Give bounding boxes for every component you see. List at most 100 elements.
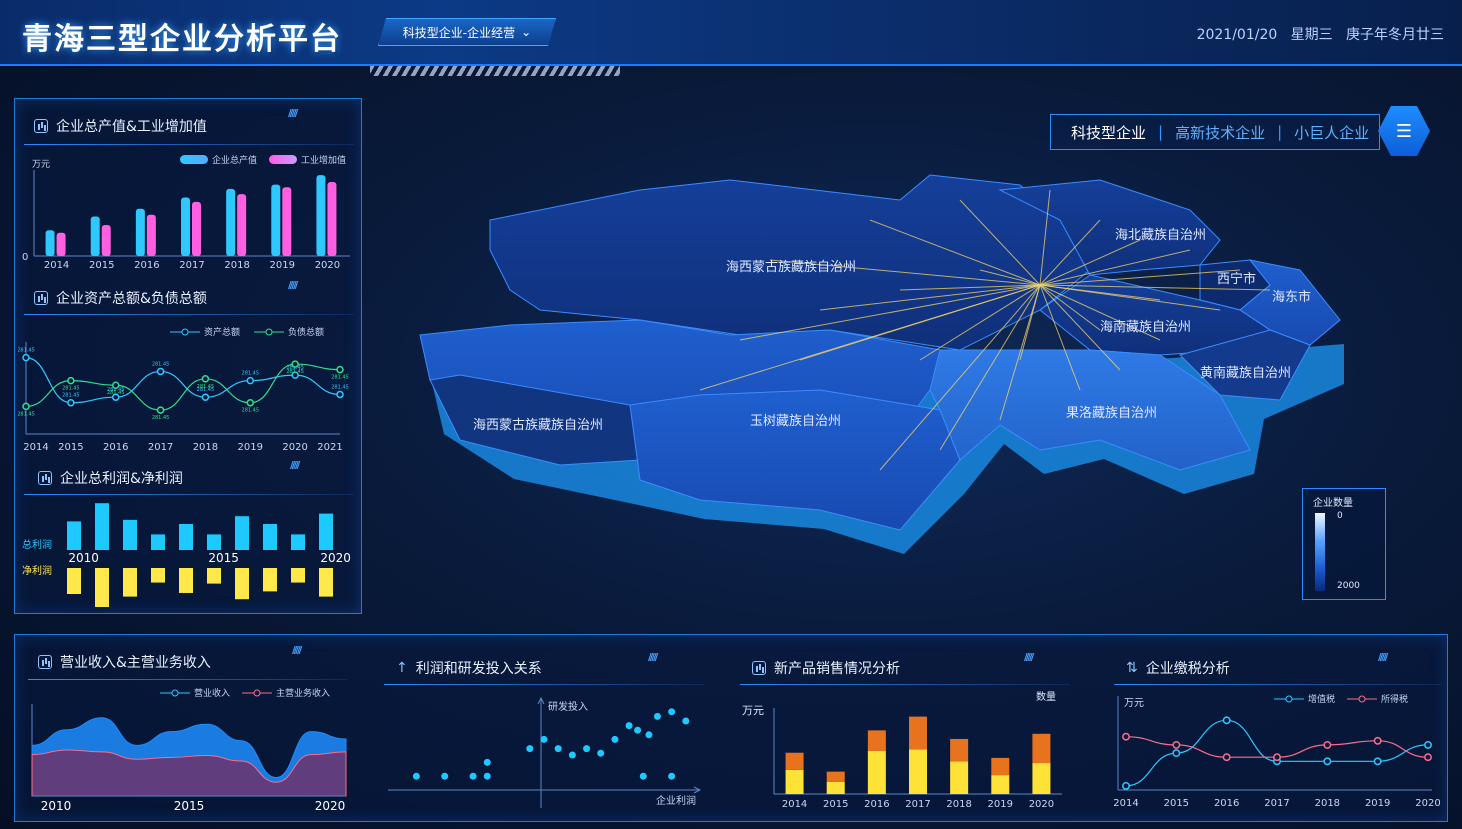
bar — [123, 519, 137, 550]
bar — [151, 534, 165, 550]
list-menu-icon: ☰ — [1395, 120, 1413, 142]
legend-line-marker — [160, 689, 190, 696]
bar — [95, 503, 109, 550]
x-tick-label: 2015 — [89, 260, 114, 271]
bar — [263, 568, 277, 592]
y-axis-title: 研发投入 — [548, 700, 588, 713]
data-point — [67, 376, 75, 385]
x-tick-label: 2017 — [1264, 798, 1289, 809]
enterprise-count-legend: 企业数量 0 2000 — [1302, 488, 1386, 600]
bar-segment — [909, 749, 927, 794]
assets-panel-title: 企业资产总额&负债总额 — [34, 288, 207, 308]
data-label: 281.45 — [197, 384, 215, 390]
region-label-haixi-north: 海西蒙古族藏族自治州 — [726, 260, 857, 275]
data-point — [246, 376, 255, 385]
tax-line-chart: 万元 2014 2015 2016 2017 2018 2019 2020 — [1113, 696, 1441, 809]
data-point — [1424, 740, 1432, 749]
menu-button[interactable]: ☰ — [1378, 106, 1430, 156]
category-dropdown[interactable]: 科技型企业-企业经营 ⌄ — [378, 18, 556, 46]
tab-tech-enterprise[interactable]: 科技型企业 — [1071, 122, 1146, 143]
data-point — [634, 726, 642, 734]
data-point — [1373, 736, 1382, 745]
data-point — [156, 406, 165, 414]
data-point — [1172, 740, 1181, 749]
data-point — [291, 360, 299, 368]
y-unit: 万元 — [1124, 698, 1144, 709]
year-label: 2020 — [320, 551, 351, 565]
data-label: 281.45 — [242, 371, 259, 377]
output-bar-chart: 0 2014 2015 2016 2017 2018 2019 2020 — [22, 170, 350, 271]
x-tick-label: 2014 — [1113, 798, 1138, 809]
bar — [237, 194, 247, 256]
bar-segment — [909, 716, 927, 750]
data-point — [653, 712, 661, 720]
data-point — [1424, 753, 1432, 762]
data-point — [22, 402, 30, 411]
data-label: 281.45 — [107, 390, 125, 396]
series-line — [1125, 719, 1429, 787]
bar-chart-icon — [752, 661, 766, 675]
bar — [291, 534, 305, 550]
bar-segment — [826, 781, 845, 794]
region-label-yushu: 玉树藏族自治州 — [750, 414, 842, 429]
arrow-up-icon: ↑ — [396, 660, 408, 676]
scale-max: 2000 — [1337, 581, 1360, 591]
year-label: 2015 — [208, 551, 239, 565]
data-point — [483, 758, 491, 766]
x-tick-label: 2014 — [23, 442, 48, 453]
bar-segment — [867, 751, 886, 794]
data-point — [1172, 749, 1181, 758]
x-tick-label: 2019 — [270, 260, 295, 271]
bar — [271, 184, 281, 256]
x-tick-label: 2014 — [782, 799, 807, 810]
data-point — [625, 722, 633, 730]
bar — [146, 214, 156, 256]
region-label-haidong: 海东市 — [1272, 290, 1312, 305]
bar — [151, 568, 165, 583]
data-point — [645, 731, 653, 739]
data-label: 281.45 — [152, 415, 170, 421]
profit-panel-title: 企业总利润&净利润 — [38, 468, 183, 488]
data-point — [668, 708, 676, 716]
data-point — [1373, 757, 1382, 766]
assets-legend: 资产总额 负债总额 — [170, 325, 324, 338]
x-tick-label: 2018 — [224, 260, 249, 271]
revenue-panel-title: 营业收入&主营业务收入 — [38, 652, 211, 672]
bar — [316, 175, 326, 256]
data-label: 281.45 — [286, 369, 304, 375]
data-point — [668, 772, 676, 780]
date: 2021/01/20 — [1196, 27, 1278, 43]
assets-line-chart: 281.45 281.45 281.45 281.45 281.45 281.45 281.… — [18, 342, 349, 453]
bar-segment — [991, 757, 1010, 776]
bar — [179, 524, 193, 550]
bar — [67, 521, 81, 550]
data-label: 281.45 — [62, 393, 80, 399]
data-point — [554, 745, 562, 753]
region-label-huangnan: 黄南藏族自治州 — [1200, 366, 1292, 381]
x-tick-label: 2015 — [58, 442, 83, 453]
x-tick-label: 2018 — [193, 442, 218, 453]
data-label: 281.45 — [18, 348, 35, 354]
data-point — [1323, 740, 1332, 749]
legend-title: 企业数量 — [1313, 498, 1353, 509]
bar-segment — [1032, 763, 1051, 794]
bar — [192, 201, 201, 256]
data-point — [583, 745, 591, 753]
x-tick-label: 2018 — [946, 799, 971, 810]
legend-line-marker — [254, 328, 285, 335]
tab-high-tech-enterprise[interactable]: 高新技术企业 — [1175, 122, 1265, 143]
bar — [123, 568, 137, 597]
data-point — [526, 745, 534, 753]
bar-chart-icon — [38, 655, 52, 669]
bar — [235, 568, 249, 600]
x-tick-label: 2016 — [103, 442, 128, 453]
region-label-xining: 西宁市 — [1217, 272, 1257, 287]
bar — [207, 534, 221, 550]
x-tick-label: 2020 — [1029, 799, 1054, 810]
data-point — [441, 772, 449, 780]
output-panel-title: 企业总产值&工业增加值 — [34, 116, 207, 136]
data-point — [1122, 781, 1130, 790]
tab-little-giant-enterprise[interactable]: 小巨人企业 — [1294, 122, 1369, 143]
title-decoration-icon: ///// — [288, 108, 298, 119]
x-tick-label: 2019 — [238, 442, 263, 453]
